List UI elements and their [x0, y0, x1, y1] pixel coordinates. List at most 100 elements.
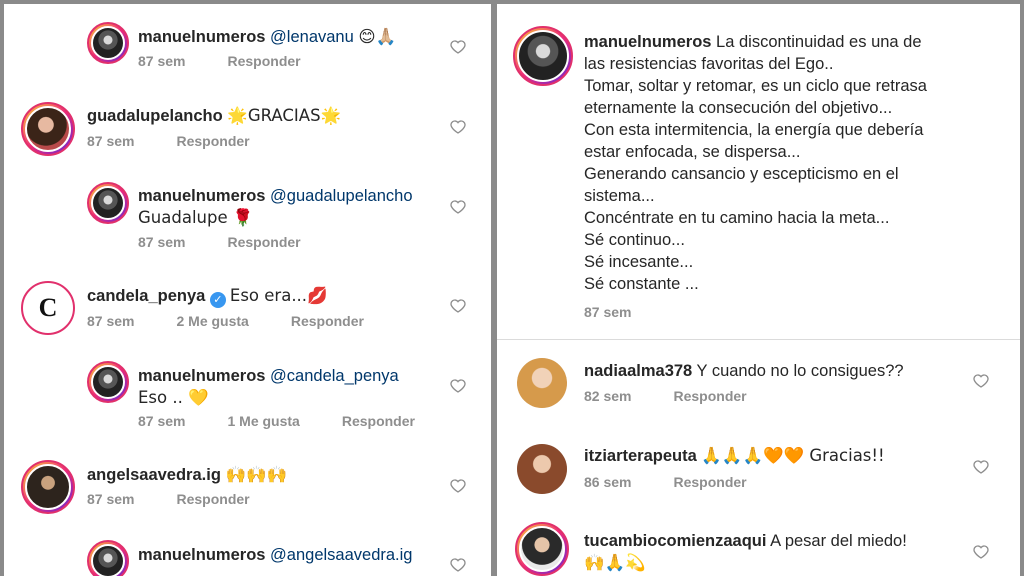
comment-body: 🙌🙌🙌: [225, 465, 288, 484]
username[interactable]: guadalupelancho: [87, 107, 223, 125]
caption-line: Con esta intermitencia, la energía que d…: [584, 121, 924, 139]
avatar[interactable]: [87, 22, 129, 64]
caption-line: Sé incesante...: [584, 253, 694, 271]
comment-text: nadiaalma378 Y cuando no lo consigues??: [584, 360, 904, 382]
avatar[interactable]: [87, 540, 129, 576]
comment-text: manuelnumeros @lenavanu 😊🙏🏼: [138, 26, 396, 48]
heart-icon[interactable]: [450, 557, 466, 573]
comment-body: Eso era...💋: [229, 286, 328, 305]
mention-link[interactable]: @guadalupelancho: [270, 187, 412, 205]
likes-count[interactable]: 2 Me gusta: [176, 313, 248, 329]
avatar-logo: C: [38, 293, 58, 322]
username[interactable]: angelsaavedra.ig: [87, 466, 221, 484]
avatar[interactable]: [21, 460, 75, 514]
username[interactable]: manuelnumeros: [138, 367, 265, 385]
verified-badge-icon: ✓: [209, 292, 226, 308]
comment-meta: 87 sem Responder: [138, 53, 343, 69]
comment-body: 🙏🙏🙏🧡🧡 Gracias!!: [701, 446, 885, 465]
caption-line: estar enfocada, se dispersa...: [584, 143, 801, 161]
heart-icon[interactable]: [973, 544, 989, 560]
avatar[interactable]: [513, 26, 573, 86]
heart-icon[interactable]: [973, 373, 989, 389]
username[interactable]: tucambiocomienzaaqui: [584, 532, 766, 550]
username[interactable]: manuelnumeros: [138, 546, 265, 564]
comment-body: Guadalupe 🌹: [138, 208, 254, 227]
comment-text: angelsaavedra.ig 🙌🙌🙌: [87, 464, 287, 486]
caption-text: manuelnumeros La discontinuidad es una d…: [584, 31, 1009, 295]
heart-icon[interactable]: [450, 298, 466, 314]
heart-icon[interactable]: [973, 459, 989, 475]
comment-text: manuelnumeros @angelsaavedra.ig: [138, 544, 412, 566]
comment-body: 🌟GRACIAS🌟: [227, 106, 342, 125]
comment-text: candela_penya ✓ Eso era...💋: [87, 285, 328, 308]
heart-icon[interactable]: [450, 378, 466, 394]
divider: [497, 339, 1020, 340]
reply-button[interactable]: Responder: [673, 388, 746, 404]
reply-button[interactable]: Responder: [291, 313, 364, 329]
comment-body: Eso .. 💛: [138, 388, 209, 407]
comments-panel-right: manuelnumeros La discontinuidad es una d…: [497, 4, 1020, 576]
timestamp[interactable]: 87 sem: [138, 234, 185, 250]
username[interactable]: manuelnumeros: [584, 33, 711, 51]
username[interactable]: manuelnumeros: [138, 187, 265, 205]
comment-body: A pesar del miedo!: [770, 532, 907, 550]
caption-line: Concéntrate en tu camino hacia la meta..…: [584, 209, 890, 227]
comment-meta: 87 sem 1 Me gusta Responder: [138, 413, 457, 429]
reply-button[interactable]: Responder: [673, 474, 746, 490]
avatar[interactable]: [517, 444, 567, 494]
avatar[interactable]: C: [21, 281, 75, 335]
reply-button[interactable]: Responder: [176, 491, 249, 507]
avatar[interactable]: [87, 361, 129, 403]
timestamp[interactable]: 87 sem: [584, 304, 631, 320]
username[interactable]: itziarterapeuta: [584, 447, 697, 465]
heart-icon[interactable]: [450, 478, 466, 494]
comment-meta: 87 sem Responder: [87, 491, 292, 507]
mention-link[interactable]: @lenavanu: [270, 28, 354, 46]
comment-text: tucambiocomienzaaqui A pesar del miedo! …: [584, 530, 907, 574]
avatar[interactable]: [21, 102, 75, 156]
caption-line: Tomar, soltar y retomar, es un ciclo que…: [584, 77, 927, 95]
username[interactable]: manuelnumeros: [138, 28, 265, 46]
comment-meta: 87 sem 2 Me gusta Responder: [87, 313, 406, 329]
reply-button[interactable]: Responder: [227, 53, 300, 69]
caption-line: las resistencias favoritas del Ego..: [584, 55, 834, 73]
caption-line: Sé constante ...: [584, 275, 699, 293]
caption-meta: 87 sem: [584, 304, 673, 320]
avatar[interactable]: [87, 182, 129, 224]
likes-count[interactable]: 1 Me gusta: [227, 413, 299, 429]
comment-meta: 86 sem Responder: [584, 474, 789, 490]
mention-link[interactable]: @candela_penya: [270, 367, 399, 385]
timestamp[interactable]: 86 sem: [584, 474, 631, 490]
caption-line: eternamente la consecución del objetivo.…: [584, 99, 893, 117]
comment-text: itziarterapeuta 🙏🙏🙏🧡🧡 Gracias!!: [584, 445, 885, 467]
username[interactable]: candela_penya: [87, 287, 205, 305]
timestamp[interactable]: 82 sem: [584, 388, 631, 404]
avatar[interactable]: [515, 522, 569, 576]
mention-link[interactable]: @angelsaavedra.ig: [270, 546, 412, 564]
comment-text: guadalupelancho 🌟GRACIAS🌟: [87, 105, 341, 127]
comment-body-emoji: 🙌🙏💫: [584, 553, 646, 572]
comment-meta: 87 sem Responder: [87, 133, 292, 149]
avatar[interactable]: [517, 358, 567, 408]
reply-button[interactable]: Responder: [227, 234, 300, 250]
timestamp[interactable]: 87 sem: [138, 413, 185, 429]
caption-line: La discontinuidad es una de: [716, 33, 922, 51]
heart-icon[interactable]: [450, 39, 466, 55]
timestamp[interactable]: 87 sem: [87, 133, 134, 149]
comment-body: Y cuando no lo consigues??: [696, 362, 904, 380]
emoji: 😊🙏🏼: [358, 27, 397, 46]
timestamp[interactable]: 87 sem: [87, 313, 134, 329]
reply-button[interactable]: Responder: [176, 133, 249, 149]
reply-button[interactable]: Responder: [342, 413, 415, 429]
comments-panel-left: manuelnumeros @lenavanu 😊🙏🏼 87 sem Respon…: [4, 4, 491, 576]
caption-line: Generando cansancio y escepticismo en el: [584, 165, 899, 183]
username[interactable]: nadiaalma378: [584, 362, 692, 380]
comment-meta: 82 sem Responder: [584, 388, 789, 404]
timestamp[interactable]: 87 sem: [87, 491, 134, 507]
caption-line: Sé continuo...: [584, 231, 685, 249]
comment-text: manuelnumeros @candela_penya Eso .. 💛: [138, 365, 399, 409]
heart-icon[interactable]: [450, 119, 466, 135]
timestamp[interactable]: 87 sem: [138, 53, 185, 69]
comment-meta: 87 sem Responder: [138, 234, 343, 250]
heart-icon[interactable]: [450, 199, 466, 215]
